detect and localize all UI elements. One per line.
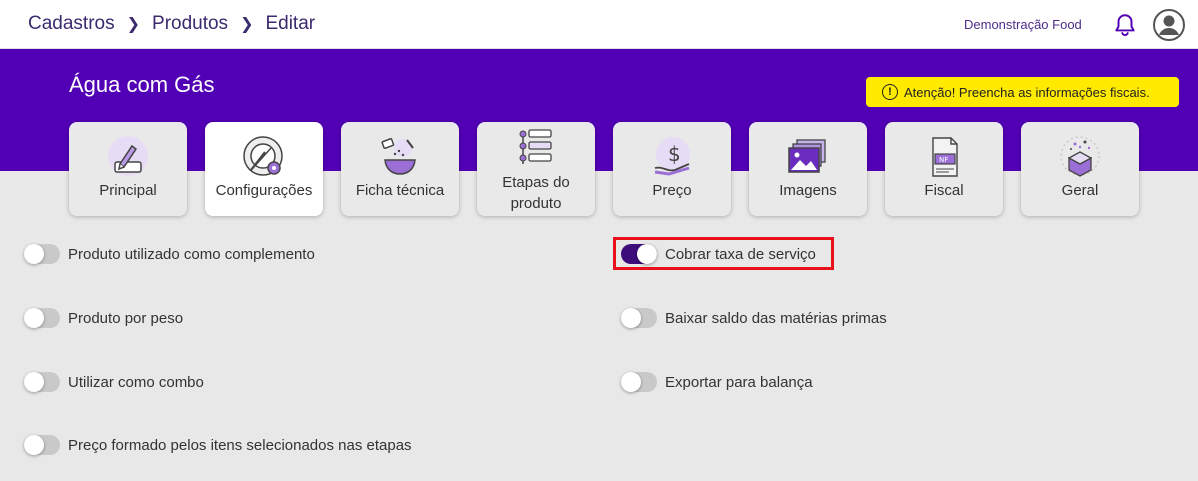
mixing-bowl-icon xyxy=(381,138,416,175)
product-title: Água com Gás xyxy=(69,72,215,97)
option-label: Exportar para balança xyxy=(665,373,813,391)
option-cobrar-taxa-servico[interactable]: Cobrar taxa de serviço xyxy=(621,244,816,264)
user-avatar-icon[interactable] xyxy=(1153,9,1185,41)
images-icon xyxy=(788,139,826,173)
option-label: Produto utilizado como complemento xyxy=(68,245,315,263)
chevron-right-icon: ❯ xyxy=(240,16,254,33)
tab-principal[interactable]: Principal xyxy=(69,122,187,216)
tab-configuracoes[interactable]: Configurações xyxy=(205,122,323,216)
tab-imagens[interactable]: Imagens xyxy=(749,122,867,216)
toggle-knob xyxy=(24,244,44,264)
company-name[interactable]: Demonstração Food xyxy=(964,17,1082,32)
toggle-switch[interactable] xyxy=(24,435,60,455)
toggle-switch[interactable] xyxy=(621,308,657,328)
tab-configuracoes-label: Configurações xyxy=(215,182,313,199)
toggle-knob xyxy=(24,435,44,455)
tab-etapas-do-produto[interactable]: Etapas do produto xyxy=(477,122,595,216)
plate-gear-icon xyxy=(243,136,283,176)
option-label: Produto por peso xyxy=(68,309,184,327)
svg-text:$: $ xyxy=(668,142,681,166)
option-label: Preço formado pelos itens selecionados n… xyxy=(68,436,412,454)
breadcrumb: Cadastros ❯ Produtos ❯ Editar xyxy=(28,13,315,35)
tab-etapas-label-line1: Etapas do xyxy=(502,174,570,191)
option-utilizar-como-combo[interactable]: Utilizar como combo xyxy=(24,372,204,392)
toggle-switch[interactable] xyxy=(24,244,60,264)
fiscal-alert-text: Atenção! Preencha as informações fiscais… xyxy=(904,84,1150,100)
tab-principal-label: Principal xyxy=(99,182,157,199)
tab-geral-label: Geral xyxy=(1061,182,1099,199)
toggle-knob xyxy=(24,308,44,328)
gift-box-icon xyxy=(1060,136,1100,177)
tab-fiscal[interactable]: NF Fiscal xyxy=(885,122,1003,216)
tab-geral[interactable]: Geral xyxy=(1021,122,1139,216)
option-preco-formado-etapas[interactable]: Preço formado pelos itens selecionados n… xyxy=(24,435,412,455)
chevron-right-icon: ❯ xyxy=(126,16,141,33)
option-exportar-para-balanca[interactable]: Exportar para balança xyxy=(621,372,813,392)
option-label: Cobrar taxa de serviço xyxy=(665,245,816,263)
option-baixar-saldo-materias-primas[interactable]: Baixar saldo das matérias primas xyxy=(621,308,887,328)
toggle-knob xyxy=(621,308,641,328)
dollar-hand-icon: $ xyxy=(654,137,690,176)
exclamation-icon: ! xyxy=(882,84,898,100)
product-tabs: Principal Configurações Ficha técnica Et… xyxy=(69,122,1139,216)
tab-etapas-label: Etapas do produto xyxy=(477,172,595,214)
svg-text:NF: NF xyxy=(939,156,948,164)
toggle-knob xyxy=(24,372,44,392)
option-label: Baixar saldo das matérias primas xyxy=(665,309,887,327)
tab-ficha-tecnica-label: Ficha técnica xyxy=(355,182,445,199)
bell-icon[interactable] xyxy=(1112,12,1138,38)
breadcrumb-produtos[interactable]: Produtos xyxy=(152,13,228,35)
fiscal-alert[interactable]: ! Atenção! Preencha as informações fisca… xyxy=(866,77,1179,107)
tab-preco-label: Preço xyxy=(652,182,692,199)
toggle-switch[interactable] xyxy=(621,244,657,264)
toggle-switch[interactable] xyxy=(24,308,60,328)
option-label: Utilizar como combo xyxy=(68,373,204,391)
tab-preco[interactable]: $ Preço xyxy=(613,122,731,216)
breadcrumb-editar: Editar xyxy=(265,13,316,34)
tab-ficha-tecnica[interactable]: Ficha técnica xyxy=(341,122,459,216)
toggle-switch[interactable] xyxy=(621,372,657,392)
toggle-knob xyxy=(621,372,641,392)
tab-fiscal-label: Fiscal xyxy=(924,182,964,199)
breadcrumb-cadastros[interactable]: Cadastros xyxy=(28,13,115,35)
tab-imagens-label: Imagens xyxy=(779,182,837,199)
nf-document-icon: NF xyxy=(932,137,958,177)
edit-box-icon xyxy=(108,136,148,176)
option-produto-por-peso[interactable]: Produto por peso xyxy=(24,308,183,328)
tab-etapas-label-line2: produto xyxy=(510,195,562,212)
toggle-knob xyxy=(637,244,657,264)
toggle-switch[interactable] xyxy=(24,372,60,392)
top-bar: Cadastros ❯ Produtos ❯ Editar Demonstraç… xyxy=(0,0,1198,49)
steps-list-icon xyxy=(519,129,552,164)
option-produto-complemento[interactable]: Produto utilizado como complemento xyxy=(24,244,315,264)
